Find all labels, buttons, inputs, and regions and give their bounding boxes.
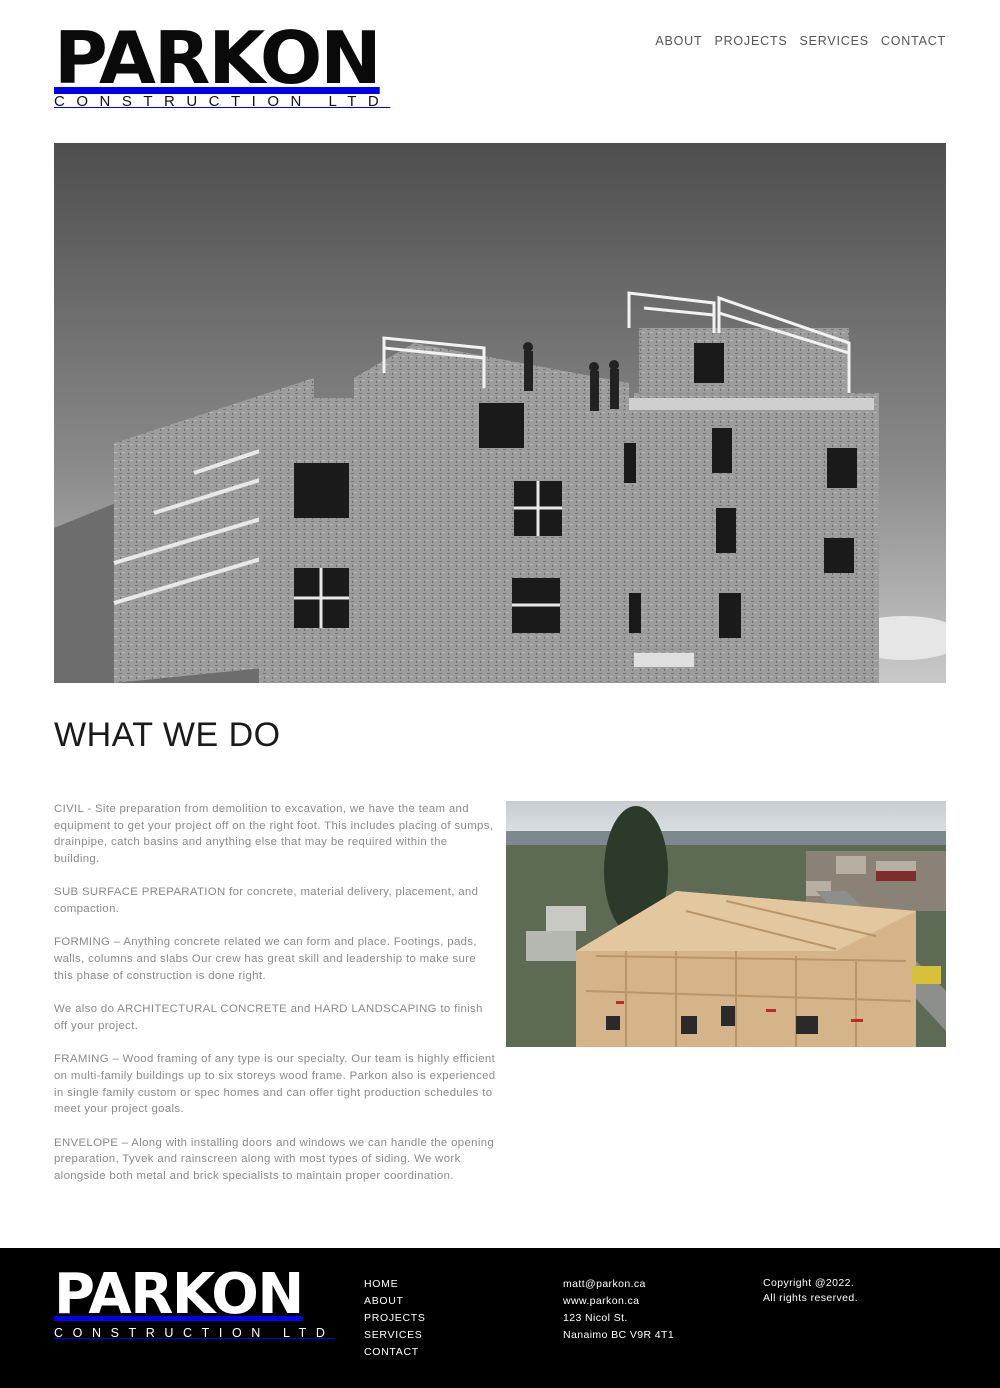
- footer-logo[interactable]: PARKON CONSTRUCTION LTD: [54, 1262, 344, 1341]
- copyright-line1: Copyright @2022.: [763, 1277, 855, 1289]
- paragraph-civil: CIVIL - Site preparation from demolition…: [54, 803, 494, 866]
- nav-about[interactable]: ABOUT: [655, 34, 702, 48]
- site-footer: PARKON CONSTRUCTION LTD HOME ABOUT PROJE…: [0, 1248, 1000, 1388]
- footer-nav: HOME ABOUT PROJECTS SERVICES CONTACT: [364, 1276, 426, 1361]
- header-logo[interactable]: PARKON CONSTRUCTION LTD: [54, 22, 414, 110]
- nav-projects[interactable]: PROJECTS: [714, 34, 787, 48]
- nav-services[interactable]: SERVICES: [800, 34, 869, 48]
- paragraph-architectural-concrete: We also do ARCHITECTURAL CONCRETE and HA…: [54, 1003, 483, 1032]
- hero-image: [54, 143, 946, 683]
- footer-nav-services[interactable]: SERVICES: [364, 1327, 426, 1344]
- footer-address-line2: Nanaimo BC V9R 4T1: [563, 1329, 675, 1341]
- footer-address-line1: 123 Nicol St.: [563, 1312, 628, 1324]
- services-description: CIVIL - Site preparation from demolition…: [54, 801, 496, 1201]
- paragraph-forming: FORMING – Anything concrete related we c…: [54, 936, 477, 982]
- paragraph-framing: FRAMING – Wood framing of any type is ou…: [54, 1053, 496, 1116]
- footer-logo-subtitle: CONSTRUCTION LTD: [54, 1326, 335, 1340]
- nav-contact[interactable]: CONTACT: [881, 34, 946, 48]
- hero-building-illustration: [54, 143, 946, 683]
- paragraph-subsurface: SUB SURFACE PREPARATION for concrete, ma…: [54, 886, 479, 916]
- section-title: WHAT WE DO: [54, 716, 281, 754]
- footer-nav-projects[interactable]: PROJECTS: [364, 1310, 426, 1327]
- copyright-line2: All rights reserved.: [763, 1291, 858, 1304]
- footer-copyright: Copyright @2022. All rights reserved.: [763, 1276, 858, 1305]
- footer-logo-wordmark: PARKON: [54, 1262, 304, 1327]
- site-header: PARKON CONSTRUCTION LTD ABOUT PROJECTS S…: [0, 0, 1000, 142]
- paragraph-envelope: ENVELOPE – Along with installing doors a…: [54, 1136, 495, 1182]
- aerial-framing-illustration: [506, 801, 946, 1047]
- footer-nav-about[interactable]: ABOUT: [364, 1293, 426, 1310]
- logo-wordmark: PARKON: [54, 16, 382, 100]
- project-photo: [506, 801, 946, 1047]
- top-nav: ABOUT PROJECTS SERVICES CONTACT: [655, 34, 946, 48]
- footer-nav-home[interactable]: HOME: [364, 1276, 426, 1293]
- footer-email-link[interactable]: matt@parkon.ca: [563, 1276, 674, 1293]
- footer-contact: matt@parkon.ca www.parkon.ca 123 Nicol S…: [563, 1276, 674, 1344]
- footer-nav-contact[interactable]: CONTACT: [364, 1344, 426, 1361]
- footer-website-link[interactable]: www.parkon.ca: [563, 1293, 674, 1310]
